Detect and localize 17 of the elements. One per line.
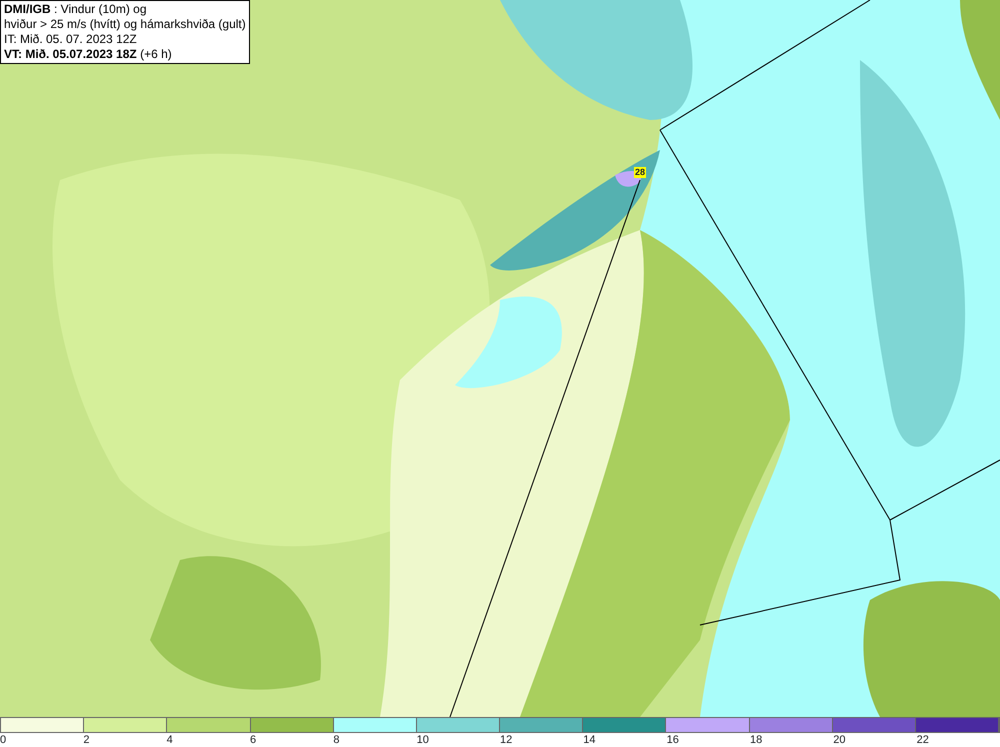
legend-tick-label: 8 (333, 733, 340, 747)
map-caption-line: VT: Mið. 05.07.2023 18Z (+6 h) (4, 47, 173, 62)
legend-tick-label: 16 (666, 733, 679, 747)
legend-tick-label: 18 (750, 733, 762, 747)
legend-tick-label: 0 (0, 733, 6, 747)
map-caption-line: hviður > 25 m/s (hvítt) og hámarkshviða (gult) (4, 17, 246, 32)
legend-tick-label: 20 (833, 733, 846, 747)
legend-tick-label: 10 (416, 733, 429, 747)
legend-tick-label: 6 (250, 733, 256, 747)
gust-label: 28 (634, 167, 646, 178)
legend-tick-label: 4 (166, 733, 173, 747)
map-caption-line: IT: Mið. 05. 07. 2023 12Z (4, 32, 138, 47)
map-caption-line: DMI/IGB : Vindur (10m) og (4, 2, 148, 17)
legend-tick-label: 2 (83, 733, 90, 747)
legend-tick-label: 12 (500, 733, 512, 747)
legend-tick-label: 14 (583, 733, 596, 747)
legend-tick-label: 22 (916, 733, 929, 747)
